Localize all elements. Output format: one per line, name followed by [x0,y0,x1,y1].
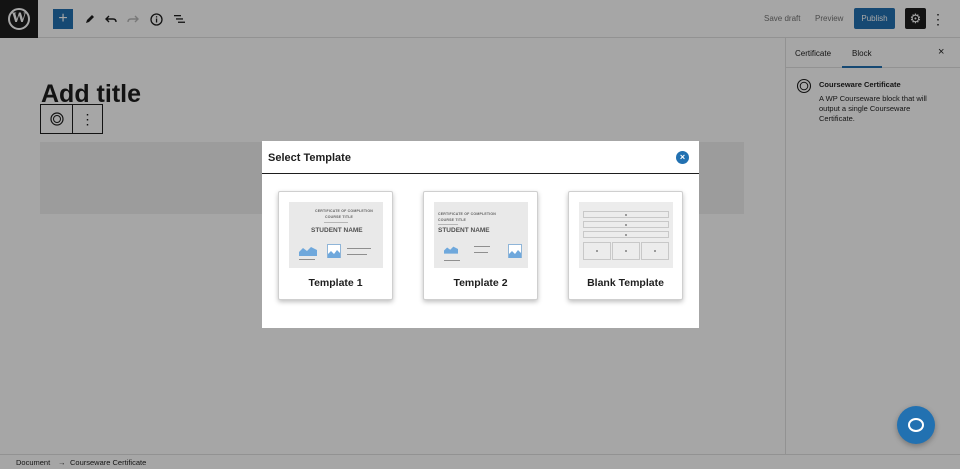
blank-template-label: Blank Template [587,277,664,289]
help-chat-button[interactable] [897,406,935,444]
preview-course: COURSE TITLE [438,218,467,222]
preview-heading: CERTIFICATE OF COMPLETION [438,212,497,216]
preview-student: STUDENT NAME [311,227,363,234]
chart-decoration-icon [299,247,317,256]
preview-dot [625,214,627,216]
preview-dot [654,250,656,252]
modal-close-button[interactable]: × [676,151,689,164]
preview-line [347,254,367,255]
preview-line [444,260,460,261]
preview-dot [625,234,627,236]
preview-line [474,246,490,247]
preview-line [347,248,371,249]
preview-course: COURSE TITLE [325,215,354,219]
template-2-label: Template 2 [453,277,508,289]
select-template-modal: Select Template × CERTIFICATE OF COMPLET… [262,141,699,328]
help-chat-icon [908,418,924,432]
seal-decoration-icon [327,244,341,258]
preview-heading: CERTIFICATE OF COMPLETION [315,209,374,213]
preview-dot [596,250,598,252]
chart-decoration-icon [444,246,458,254]
template-1-preview: CERTIFICATE OF COMPLETION COURSE TITLE S… [289,202,383,268]
preview-line [299,259,315,260]
modal-header: Select Template × [262,141,699,174]
preview-student: STUDENT NAME [438,227,490,234]
blank-template-preview [579,202,673,268]
preview-line [324,222,348,223]
template-1-label: Template 1 [308,277,363,289]
seal-decoration-icon [508,244,522,258]
template-2-preview: CERTIFICATE OF COMPLETION COURSE TITLE S… [434,202,528,268]
template-2-card[interactable]: CERTIFICATE OF COMPLETION COURSE TITLE S… [423,191,538,300]
preview-line [474,252,488,253]
preview-dot [625,250,627,252]
modal-title: Select Template [268,152,351,164]
preview-line [438,224,458,225]
close-icon: × [679,152,686,162]
blank-template-card[interactable]: Blank Template [568,191,683,300]
template-1-card[interactable]: CERTIFICATE OF COMPLETION COURSE TITLE S… [278,191,393,300]
preview-dot [625,224,627,226]
